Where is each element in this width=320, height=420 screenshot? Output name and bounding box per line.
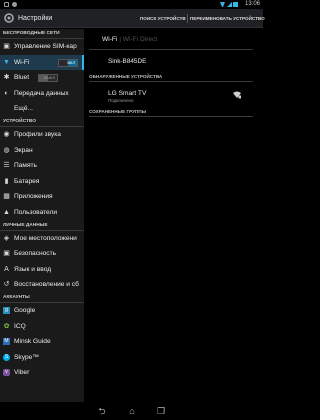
recent-apps-button[interactable]: ❐ — [155, 405, 167, 417]
minsk-guide-icon: M — [3, 338, 10, 346]
sidebar-item-label: Google — [14, 306, 36, 314]
language-icon: A — [4, 265, 9, 273]
sidebar-item-sound-profiles[interactable]: ◉ Профили звука — [0, 127, 84, 143]
wifi-icon: ▼ — [3, 58, 10, 66]
sidebar-item-label: Мое местоположени — [14, 234, 77, 242]
display-icon: ◍ — [3, 146, 10, 154]
wifi-direct-signal-icon — [233, 91, 241, 99]
section-header-personal: ЛИЧНЫЕ ДАННЫЕ — [0, 221, 84, 231]
divider — [89, 116, 253, 117]
sim-card-icon: ▣ — [3, 43, 10, 50]
location-icon: ◈ — [3, 234, 10, 242]
sidebar-item-sim[interactable]: ▣ Управление SIM-кар — [0, 39, 84, 55]
divider — [89, 81, 253, 82]
sidebar-item-label: Пользователи — [14, 208, 58, 216]
sidebar-item-google[interactable]: g Google — [0, 303, 84, 319]
sidebar-item-label: Bluet — [14, 74, 30, 82]
sidebar-item-viber[interactable]: v Viber — [0, 365, 84, 381]
sidebar-item-label: Передача данных — [14, 89, 69, 97]
cell-signal-icon — [227, 2, 232, 7]
tab-wifi[interactable]: Wi-Fi — [102, 36, 117, 43]
sidebar-item-label: Skype™ — [14, 353, 39, 361]
lock-icon: ▣ — [3, 250, 10, 258]
sidebar-item-label: Язык и ввод — [14, 265, 52, 273]
icq-icon: ✿ — [3, 322, 10, 330]
peer-device-status: Подключено — [108, 98, 134, 103]
divider — [187, 14, 188, 23]
sidebar-item-language[interactable]: A Язык и ввод — [0, 262, 84, 278]
settings-app-icon[interactable] — [3, 12, 15, 24]
sidebar-item-data-usage[interactable]: ◐ Передача данных — [0, 86, 84, 102]
sidebar-item-label: Minsk Guide — [14, 338, 51, 346]
tab-wifi-direct[interactable]: Wi-Fi Direct — [123, 36, 157, 43]
sidebar-item-label: Память — [14, 162, 37, 170]
sidebar-item-battery[interactable]: ▮ Батарея — [0, 174, 84, 190]
status-bar: 13:06 — [0, 0, 263, 9]
wifi-direct-pane: Wi-Fi | Wi-Fi Direct Sink-B845DE ОБНАРУЖ… — [84, 29, 263, 402]
back-button[interactable]: ⮌ — [96, 405, 108, 417]
sidebar-item-storage[interactable]: ☰ Память — [0, 158, 84, 174]
sidebar-item-label: Экран — [14, 146, 33, 154]
users-icon: ▲ — [3, 208, 10, 216]
sidebar-item-label: Батарея — [14, 177, 40, 185]
sidebar-item-backup-reset[interactable]: ↺ Восстановление и сб — [0, 277, 84, 293]
page-title: Настройки — [18, 15, 53, 22]
rename-device-button[interactable]: ПЕРЕИМЕНОВАТЬ УСТРОЙСТВО — [190, 9, 265, 28]
apps-icon: ▦ — [3, 193, 10, 201]
battery-icon — [233, 2, 238, 7]
search-devices-button[interactable]: ПОИСК УСТРОЙСТВ — [140, 9, 186, 28]
sidebar-item-label: ICQ — [14, 322, 26, 330]
sidebar-item-label: Wi-Fi — [14, 58, 30, 66]
section-header-found-devices: ОБНАРУЖЕННЫЕ УСТРОЙСТВА — [89, 74, 163, 79]
section-header-accounts: АККАУНТЫ — [0, 293, 84, 303]
wifi-signal-icon — [220, 2, 225, 7]
notification-icon — [4, 2, 9, 7]
my-device-name: Sink-B845DE — [108, 58, 147, 65]
peer-device-name: LG Smart TV — [108, 90, 147, 97]
wifi-toggle[interactable]: ВКЛ — [58, 58, 78, 67]
storage-icon: ☰ — [3, 162, 10, 170]
tab-bar: Wi-Fi | Wi-Fi Direct — [102, 36, 158, 43]
notification-icon — [12, 2, 17, 7]
section-header-wireless: БЕСПРОВОДНЫЕ СЕТИ — [0, 29, 84, 39]
sidebar-item-skype[interactable]: S Skype™ — [0, 350, 84, 366]
sidebar-item-bluetooth[interactable]: ✱ Bluet ВЫКЛ — [0, 70, 84, 86]
sidebar-item-more[interactable]: Ещё... — [0, 101, 84, 117]
navigation-bar: ⮌ ⌂ ❐ — [0, 402, 263, 420]
sound-icon: ◉ — [3, 130, 10, 138]
backup-icon: ↺ — [3, 281, 10, 289]
battery-icon: ▮ — [4, 177, 9, 185]
google-account-icon: g — [3, 306, 10, 314]
skype-icon: S — [3, 353, 10, 361]
sidebar-item-label: Приложения — [14, 193, 53, 201]
action-bar: Настройки ПОИСК УСТРОЙСТВ ПЕРЕИМЕНОВАТЬ … — [0, 9, 265, 28]
sidebar-item-icq[interactable]: ✿ ICQ — [0, 319, 84, 335]
sidebar-item-security[interactable]: ▣ Безопасность — [0, 246, 84, 262]
section-header-device: УСТРОЙСТВО — [0, 117, 84, 127]
sidebar-item-apps[interactable]: ▦ Приложения — [0, 189, 84, 205]
bluetooth-icon: ✱ — [3, 74, 10, 82]
home-button[interactable]: ⌂ — [126, 405, 138, 417]
sidebar-item-minsk-guide[interactable]: M Minsk Guide — [0, 334, 84, 350]
bluetooth-toggle[interactable]: ВЫКЛ — [38, 74, 58, 83]
sidebar-item-users[interactable]: ▲ Пользователи — [0, 205, 84, 221]
divider — [89, 49, 253, 50]
sidebar-item-label: Управление SIM-кар — [14, 43, 77, 50]
sidebar-item-wifi[interactable]: ▼ Wi-Fi ВКЛ — [0, 54, 84, 71]
settings-list: БЕСПРОВОДНЫЕ СЕТИ ▣ Управление SIM-кар ▼… — [0, 29, 84, 402]
sidebar-item-label: Безопасность — [14, 250, 57, 258]
sidebar-item-label: Восстановление и сб — [14, 281, 79, 289]
sidebar-item-display[interactable]: ◍ Экран — [0, 143, 84, 159]
section-header-saved-groups: СОХРАНЕННЫЕ ГРУППЫ — [89, 109, 147, 114]
sidebar-item-label: Viber — [14, 369, 30, 377]
sidebar-item-label: Ещё... — [14, 105, 33, 113]
sidebar-item-location[interactable]: ◈ Мое местоположени — [0, 231, 84, 247]
data-usage-icon: ◐ — [4, 89, 9, 97]
sidebar-item-label: Профили звука — [14, 130, 61, 138]
clock: 13:06 — [244, 1, 260, 7]
viber-icon: v — [3, 369, 10, 377]
